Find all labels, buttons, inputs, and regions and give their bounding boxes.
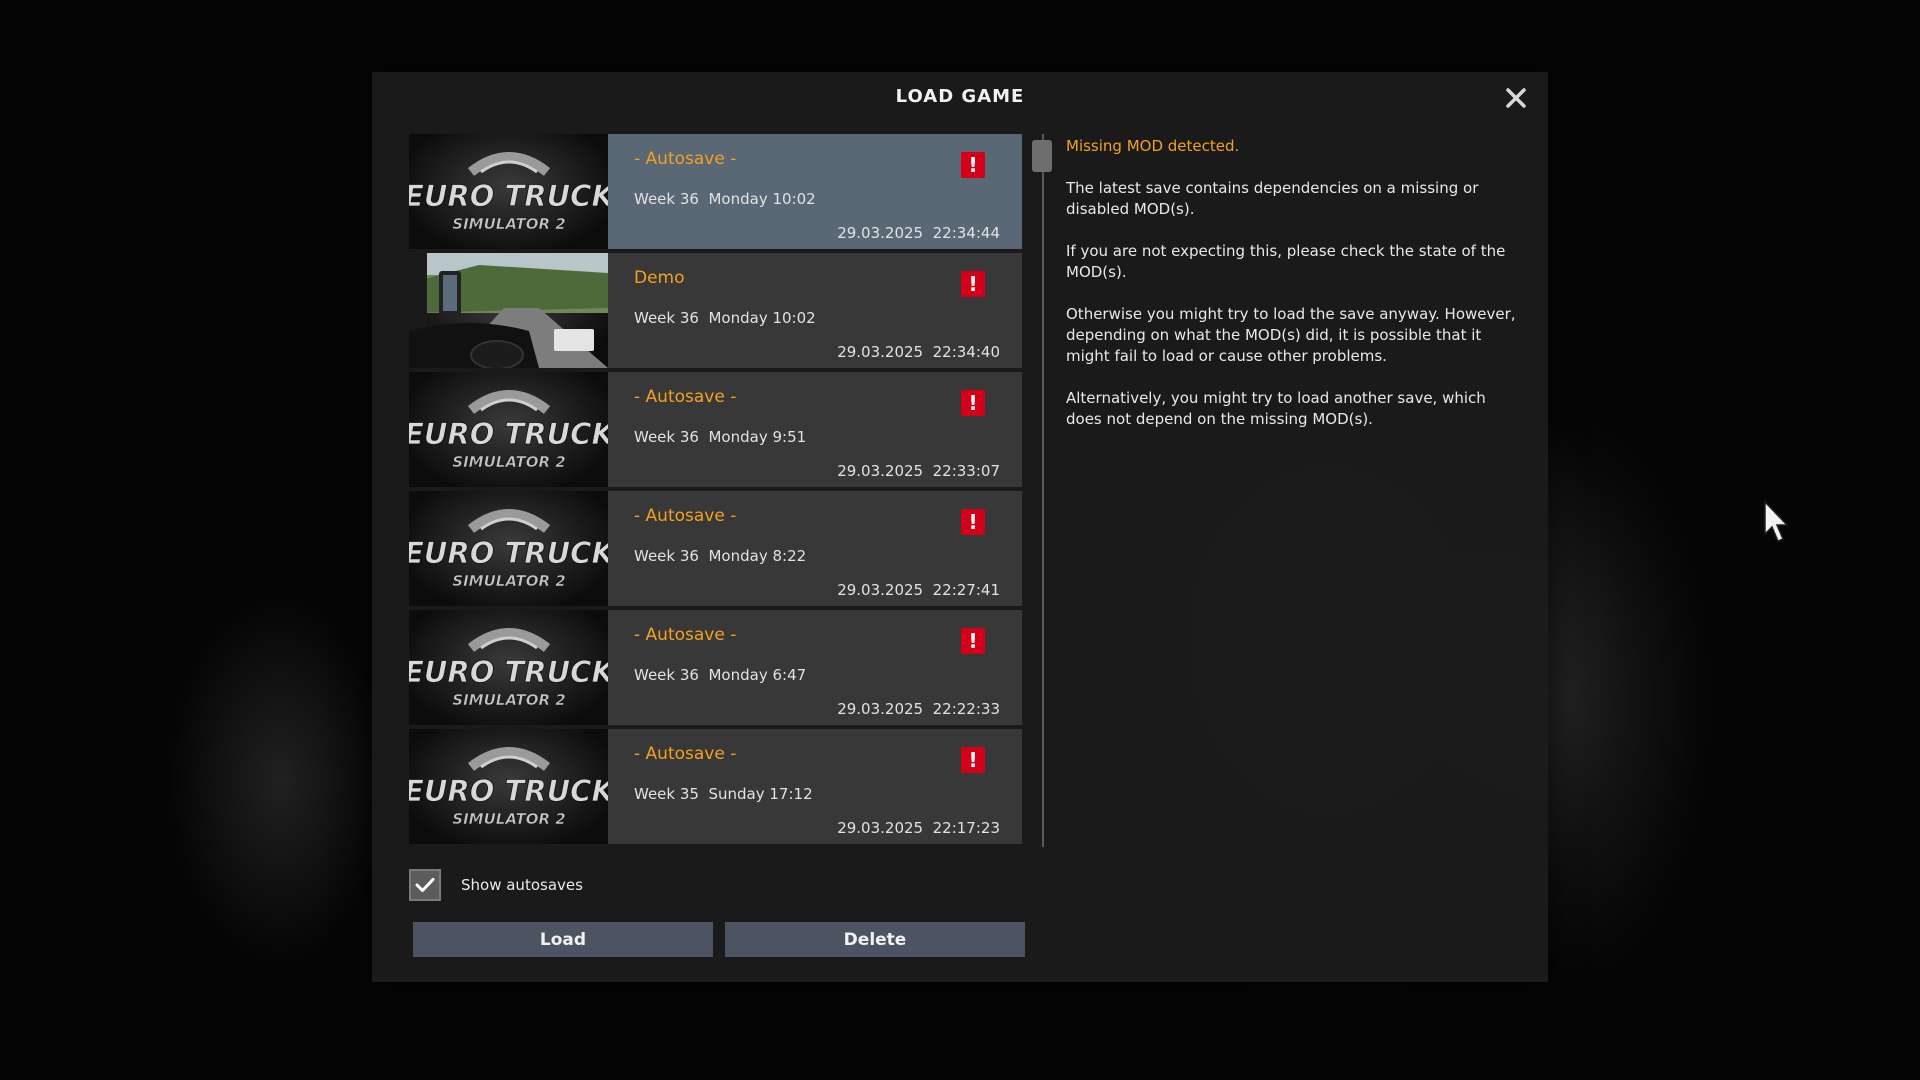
missing-mod-warning-icon: ! (961, 628, 985, 654)
save-game-time: Week 36 Monday 10:02 (634, 309, 816, 327)
save-info: - Autosave -! Week 36 Monday 10:02 29.03.2… (608, 134, 1022, 249)
ets2-logo-thumbnail: EURO TRUCK SIMULATOR 2 (409, 134, 608, 249)
logo-line2: SIMULATOR 2 (452, 215, 565, 233)
save-timestamp: 29.03.2025 22:33:07 (837, 462, 1000, 480)
ets2-logo-icon: EURO TRUCK SIMULATOR 2 (409, 390, 608, 471)
details-paragraph: Otherwise you might try to load the save… (1066, 305, 1516, 365)
save-name: - Autosave - (634, 387, 737, 407)
show-autosaves-checkbox[interactable] (409, 869, 441, 901)
missing-mod-warning-icon: ! (961, 390, 985, 416)
close-icon (1506, 88, 1526, 108)
save-info: - Autosave -! Week 36 Monday 9:51 29.03.20… (608, 372, 1022, 487)
ets2-logo-thumbnail: EURO TRUCK SIMULATOR 2 (409, 491, 608, 606)
load-game-dialog: LOAD GAME EURO TRUCK SIMULATOR 2 - Autosav… (372, 72, 1548, 982)
logo-line1: EURO TRUCK (409, 655, 608, 689)
load-button[interactable]: Load (413, 922, 713, 957)
save-timestamp: 29.03.2025 22:34:44 (837, 224, 1000, 242)
save-timestamp: 29.03.2025 22:34:40 (837, 343, 1000, 361)
save-name: - Autosave - (634, 744, 737, 764)
save-info: Demo! Week 36 Monday 10:02 29.03.2025 22:3… (608, 253, 1022, 368)
save-game-time: Week 36 Monday 9:51 (634, 428, 807, 446)
save-timestamp: 29.03.2025 22:27:41 (837, 581, 1000, 599)
save-info: - Autosave -! Week 35 Sunday 17:12 29.03.2… (608, 729, 1022, 844)
save-game-time: Week 36 Monday 10:02 (634, 190, 816, 208)
missing-mod-title: Missing MOD detected. (1066, 137, 1240, 155)
close-button[interactable] (1500, 82, 1532, 114)
save-row[interactable]: EURO TRUCK SIMULATOR 2 - Autosave -! Week 3… (409, 610, 1022, 725)
logo-line1: EURO TRUCK (409, 774, 608, 808)
delete-button[interactable]: Delete (725, 922, 1025, 957)
ets2-logo-icon: EURO TRUCK SIMULATOR 2 (409, 628, 608, 709)
logo-line2: SIMULATOR 2 (452, 572, 565, 590)
logo-line1: EURO TRUCK (409, 536, 608, 570)
save-name: - Autosave - (634, 625, 737, 645)
missing-mod-warning-icon: ! (961, 747, 985, 773)
dialog-title: LOAD GAME (895, 86, 1025, 107)
save-info: - Autosave -! Week 36 Monday 8:22 29.03.20… (608, 491, 1022, 606)
checkmark-icon (415, 878, 435, 892)
show-autosaves-label: Show autosaves (461, 876, 583, 894)
scrollbar-thumb[interactable] (1032, 140, 1052, 172)
ets2-logo-thumbnail: EURO TRUCK SIMULATOR 2 (409, 729, 608, 844)
details-paragraph: Alternatively, you might try to load ano… (1066, 389, 1486, 428)
logo-line2: SIMULATOR 2 (452, 810, 565, 828)
missing-mod-warning-icon: ! (961, 271, 985, 297)
ets2-logo-thumbnail: EURO TRUCK SIMULATOR 2 (409, 610, 608, 725)
ets2-logo-icon: EURO TRUCK SIMULATOR 2 (409, 509, 608, 590)
logo-line2: SIMULATOR 2 (452, 453, 565, 471)
logo-line1: EURO TRUCK (409, 417, 608, 451)
truck-cab-thumbnail (409, 253, 608, 368)
logo-line2: SIMULATOR 2 (452, 691, 565, 709)
save-row[interactable]: EURO TRUCK SIMULATOR 2 - Autosave -! Week 3… (409, 134, 1022, 249)
missing-mod-warning-icon: ! (961, 152, 985, 178)
save-name: - Autosave - (634, 506, 737, 526)
missing-mod-warning-icon: ! (961, 509, 985, 535)
logo-line1: EURO TRUCK (409, 179, 608, 213)
mouse-cursor-icon (1764, 500, 1789, 542)
ets2-logo-thumbnail: EURO TRUCK SIMULATOR 2 (409, 372, 608, 487)
save-row[interactable]: EURO TRUCK SIMULATOR 2 - Autosave -! Week 3… (409, 729, 1022, 844)
scrollbar-track[interactable] (1042, 134, 1044, 847)
save-list[interactable]: EURO TRUCK SIMULATOR 2 - Autosave -! Week 3… (409, 134, 1022, 847)
save-row[interactable]: EURO TRUCK SIMULATOR 2 - Autosave -! Week 3… (409, 372, 1022, 487)
ets2-logo-icon: EURO TRUCK SIMULATOR 2 (409, 747, 608, 828)
save-name: - Autosave - (634, 149, 737, 169)
save-row[interactable]: Demo! Week 36 Monday 10:02 29.03.2025 22:3… (409, 253, 1022, 368)
save-game-time: Week 36 Monday 6:47 (634, 666, 807, 684)
save-details-panel: Missing MOD detected. The latest save co… (1066, 136, 1516, 451)
save-timestamp: 29.03.2025 22:22:33 (837, 700, 1000, 718)
ets2-logo-icon: EURO TRUCK SIMULATOR 2 (409, 152, 608, 233)
details-paragraph: The latest save contains dependencies on… (1066, 179, 1479, 218)
save-game-time: Week 35 Sunday 17:12 (634, 785, 813, 803)
show-autosaves-toggle[interactable]: Show autosaves (409, 867, 583, 903)
save-name: Demo (634, 268, 685, 288)
truck-cab-screenshot-icon (409, 253, 608, 368)
save-game-time: Week 36 Monday 8:22 (634, 547, 807, 565)
save-timestamp: 29.03.2025 22:17:23 (837, 819, 1000, 837)
save-info: - Autosave -! Week 36 Monday 6:47 29.03.20… (608, 610, 1022, 725)
save-row[interactable]: EURO TRUCK SIMULATOR 2 - Autosave -! Week 3… (409, 491, 1022, 606)
details-paragraph: If you are not expecting this, please ch… (1066, 242, 1506, 281)
